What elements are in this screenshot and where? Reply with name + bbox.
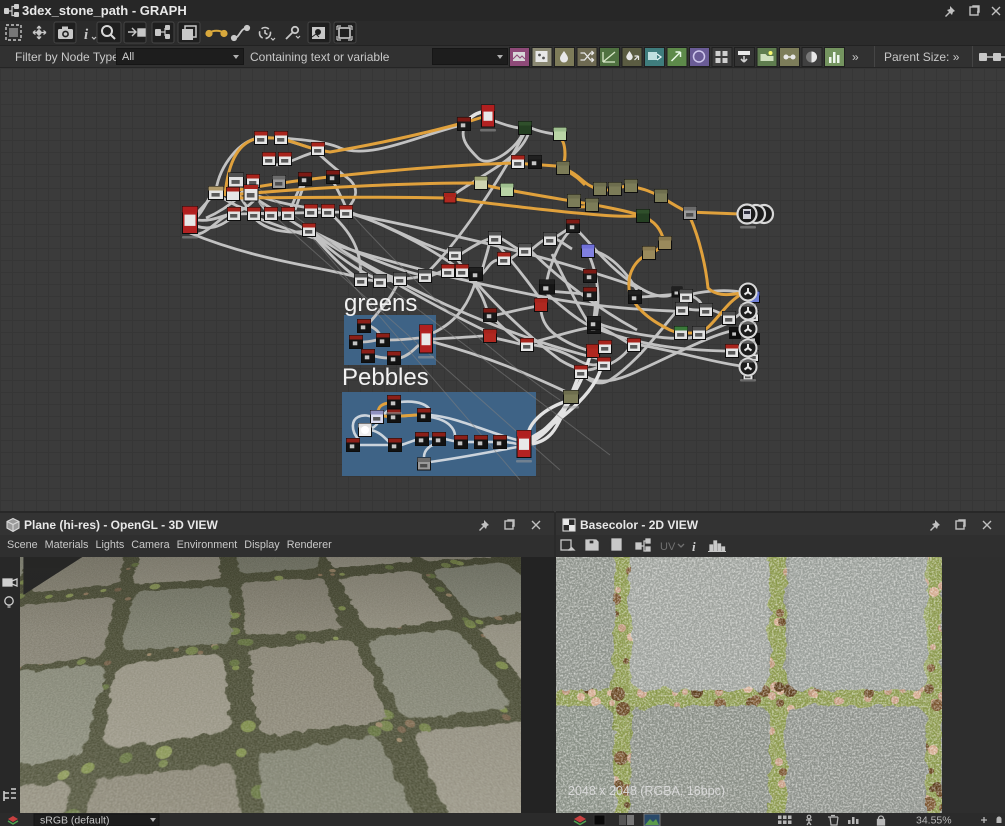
svg-text:UV: UV (660, 541, 676, 553)
svg-text:i: i (84, 27, 89, 43)
svg-text:i: i (692, 539, 696, 554)
svg-text:2048 x 2048 (RGBA, 16bpc): 2048 x 2048 (RGBA, 16bpc) (568, 784, 725, 798)
svg-text:sRGB (default): sRGB (default) (40, 815, 109, 826)
svg-text:34.55%: 34.55% (916, 815, 952, 826)
